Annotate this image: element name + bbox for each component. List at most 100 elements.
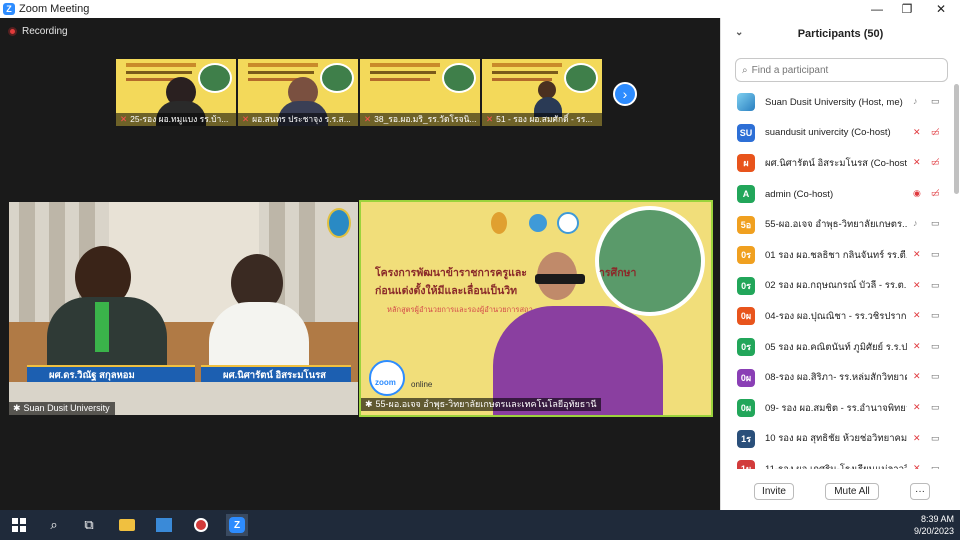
camera-icon: ▭ [931, 371, 940, 382]
pin-icon: ✱ [13, 403, 21, 413]
mic-muted-icon: ✕ [913, 371, 921, 382]
gallery-thumbnail[interactable]: ✕ 51 - รอง ผอ.สมศักดิ์ - รร... [482, 59, 602, 126]
participant-name: 05 รอง ผอ.คณิตนันท์ ภูมิศัยย์ ร.ร.ป... [765, 341, 907, 353]
participant-row[interactable]: ผ ผศ.นิศารัตน์ อิสระมโนรส (Co-host) ✕ ▭̸ [721, 148, 960, 179]
avatar: SU [737, 123, 755, 142]
tile-name-label: ✱ 55-ผอ.อเจจ อำพุธ-วิทยาลัยเกษตรและเทคโนโ… [361, 398, 602, 411]
camera-icon: ▭ [931, 248, 940, 259]
mute-all-button[interactable]: Mute All [825, 483, 879, 500]
participant-row[interactable]: 0ร 05 รอง ผอ.คณิตนันท์ ภูมิศัยย์ ร.ร.ป...… [721, 332, 960, 363]
video-tile-studio[interactable]: ผศ.ดร.วิณัฐ สกุลหอม ผศ.นิศารัตน์ อิสระมโ… [9, 202, 358, 415]
slide-title-line1-end: ารศึกษา [599, 267, 637, 279]
file-explorer-icon[interactable] [116, 514, 138, 536]
participants-panel: ⌄ Participants (50) ⌕ Suan Dusit Univers… [720, 18, 960, 510]
restore-button[interactable]: ❐ [892, 0, 922, 18]
camera-icon: ▭ [931, 218, 940, 229]
zoom-taskbar-icon[interactable]: Z [226, 514, 248, 536]
participant-row[interactable]: 5อ 55-ผอ.อเจจ อำพุธ-วิทยาลัยเกษตร... ♪ ▭ [721, 209, 960, 240]
camera-off-icon: ▭̸ [931, 126, 940, 137]
mic-muted-icon: ✕ [913, 310, 921, 321]
collapse-chevron-icon[interactable]: ⌄ [735, 27, 743, 38]
mic-muted-icon: ✕ [242, 114, 250, 124]
more-options-button[interactable]: ··· [910, 483, 930, 500]
panel-header: ⌄ Participants (50) [721, 18, 960, 50]
search-icon[interactable]: ⌕ [43, 514, 65, 536]
glasses-icon [535, 274, 585, 284]
meeting-view: Recording ✕ 25-รอง ผอ.ทมูแบง รร.บ้า... ✕ ผ… [0, 18, 720, 510]
gallery-thumbnail[interactable]: ✕ ผอ.สนทร ประชาจุง ร.ร.ส... [238, 59, 358, 126]
nameplate-left: ผศ.ดร.วิณัฐ สกุลหอม [27, 365, 195, 382]
next-page-button[interactable]: › [613, 82, 637, 106]
camera-off-icon: ▭̸ [931, 157, 940, 168]
mic-muted-icon: ✕ [486, 114, 494, 124]
participant-row[interactable]: SU suandusit univercity (Co-host) ✕ ▭̸ [721, 118, 960, 149]
system-clock[interactable]: 8:39 AM 9/20/2023 [914, 513, 954, 537]
task-view-icon[interactable]: ⧉ [78, 514, 100, 536]
gallery-thumbnail[interactable]: ✕ 38_รอ.ผอ.มริ_รร.วัดโรจนิ... [360, 59, 480, 126]
store-icon[interactable] [153, 514, 175, 536]
thumbnail-name: ✕ ผอ.สนทร ประชาจุง ร.ร.ส... [238, 113, 358, 126]
mic-muted-icon: ✕ [364, 114, 372, 124]
scrollbar[interactable] [954, 84, 959, 194]
thumbnail-name: ✕ 38_รอ.ผอ.มริ_รร.วัดโรจนิ... [360, 113, 480, 126]
avatar: A [737, 185, 755, 204]
participant-name: 02 รอง ผอ.กฤษณกรณ์ บัวลี - รร.ต... [765, 280, 907, 292]
title-bar: Z Zoom Meeting — ❐ ✕ [0, 0, 960, 18]
participant-name: admin (Co-host) [765, 188, 834, 200]
video-tile-active-speaker[interactable]: โครงการพัฒนาข้าราชการครูและ ารศึกษา ก่อน… [359, 200, 713, 417]
minimize-button[interactable]: — [862, 0, 892, 18]
avatar [737, 93, 755, 112]
slide-title-line2: ก่อนแต่งตั้งให้มีและเลื่อนเป็นวิท [375, 285, 518, 297]
panel-footer: Invite Mute All ··· [721, 470, 960, 510]
avatar: 1ผ [737, 460, 755, 469]
pin-icon: ✱ [365, 399, 373, 409]
participant-row[interactable]: 1ผ 11-รอง ผอ.เกศริน-โรงเรียนแม่ลาววิ... ✕ ▭ [721, 454, 960, 469]
participant-name: 55-ผอ.อเจจ อำพุธ-วิทยาลัยเกษตร... [765, 219, 907, 231]
participant-row[interactable]: 0ผ 04-รอง ผอ.ปุณณิชา - รร.วชิรปราก... ✕ ▭ [721, 301, 960, 332]
university-emblem-icon [327, 208, 351, 238]
participant-row[interactable]: 0ร 02 รอง ผอ.กฤษณกรณ์ บัวลี - รร.ต... ✕ ▭ [721, 271, 960, 302]
mic-muted-icon: ✕ [913, 463, 921, 469]
gallery-thumbnail[interactable]: ✕ 25-รอง ผอ.ทมูแบง รร.บ้า... [116, 59, 236, 126]
camera-off-icon: ▭̸ [931, 187, 940, 198]
avatar: 5อ [737, 215, 755, 234]
camera-icon: ▭ [931, 96, 940, 106]
camera-icon: ▭ [931, 279, 940, 290]
building-image [564, 63, 598, 93]
building-image [320, 63, 354, 93]
mic-muted-icon: ✕ [913, 279, 921, 290]
recording-indicator[interactable]: Recording [8, 26, 68, 37]
mic-muted-icon: ✕ [913, 248, 921, 259]
participants-title: Participants (50) [797, 28, 884, 40]
participant-row[interactable]: 1ร 10 รอง ผอ สุทธิชัย ห้วยช่อวิทยาคม ร...… [721, 424, 960, 455]
camera-icon: ▭ [931, 310, 940, 321]
participant-name: 10 รอง ผอ สุทธิชัย ห้วยช่อวิทยาคม ร... [765, 433, 907, 445]
mic-muted-icon: ✕ [913, 340, 921, 351]
avatar: 0ร [737, 338, 755, 357]
avatar: 0ร [737, 246, 755, 265]
zoom-logo-icon: Z [3, 3, 15, 15]
participant-name: 09- รอง ผอ.สมชิต - รร.อำนาจพิทยาคม... [765, 402, 907, 414]
participant-name: suandusit univercity (Co-host) [765, 127, 891, 139]
avatar: 1ร [737, 429, 755, 448]
participant-row[interactable]: Aadmin (Co-host) ◉ ▭̸ [721, 179, 960, 210]
participant-row[interactable]: 0ผ 08-รอง ผอ.สิริภา- รร.หล่มสักวิทยาคม ✕ ▭ [721, 362, 960, 393]
invite-button[interactable]: Invite [754, 483, 794, 500]
mic-muted-icon: ✕ [120, 114, 128, 124]
app-icon[interactable] [190, 514, 212, 536]
search-input[interactable] [751, 64, 932, 76]
avatar: 0ผ [737, 399, 755, 418]
participant-row[interactable]: Suan Dusit University (Host, me) ♪ ▭ [721, 87, 960, 118]
participant-row[interactable]: 0ร 01 รอง ผอ.ชลธิชา กลินจันทร์ รร.ตี... ✕ ▭ [721, 240, 960, 271]
close-button[interactable]: ✕ [926, 0, 956, 18]
mic-muted-icon: ✕ [913, 126, 921, 137]
participant-name: 01 รอง ผอ.ชลธิชา กลินจันทร์ รร.ตี... [765, 249, 907, 261]
participant-name: 11-รอง ผอ.เกศริน-โรงเรียนแม่ลาววิ... [765, 462, 907, 469]
camera-icon: ▭ [931, 401, 940, 412]
participant-search[interactable]: ⌕ [735, 58, 948, 82]
building-image [595, 206, 705, 316]
camera-icon: ▭ [931, 463, 940, 469]
start-button[interactable] [8, 514, 30, 536]
participant-row[interactable]: 0ผ 09- รอง ผอ.สมชิต - รร.อำนาจพิทยาคม... ✕… [721, 393, 960, 424]
mic-icon: ♪ [913, 96, 918, 106]
